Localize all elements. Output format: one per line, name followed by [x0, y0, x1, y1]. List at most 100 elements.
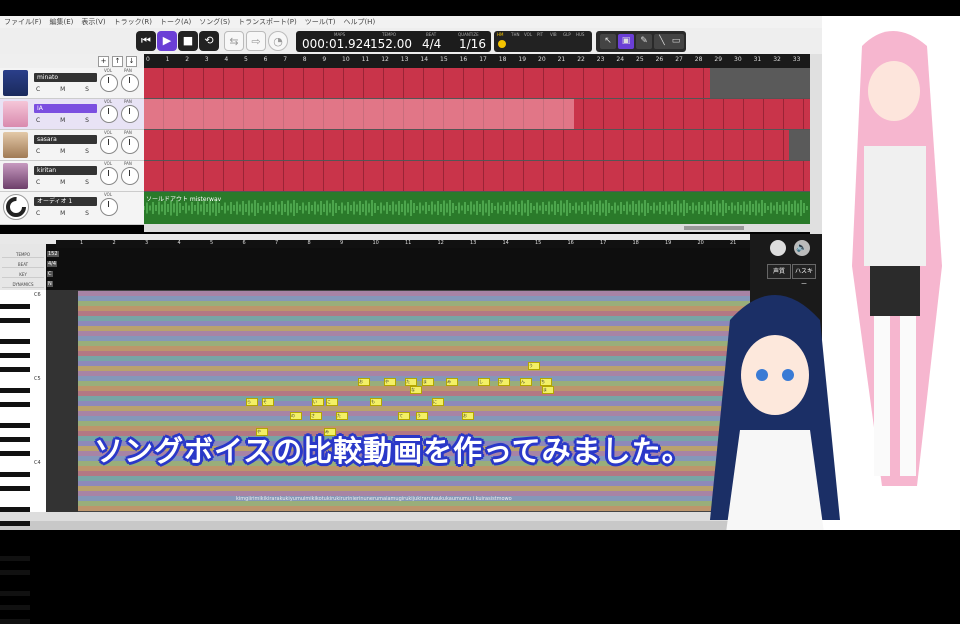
black-key[interactable]	[0, 619, 30, 624]
track-horizontal-scrollbar[interactable]	[144, 224, 810, 232]
metronome-knob[interactable]: ◔	[268, 31, 288, 51]
play-button[interactable]: ▶	[157, 31, 177, 51]
speaker-icon[interactable]: 🔈	[794, 240, 810, 256]
track-minato[interactable]: minato C M S VOL PAN	[0, 68, 144, 99]
lane-sasara[interactable]	[144, 130, 810, 161]
loop-button[interactable]: ⟲	[199, 31, 219, 51]
quantize-value[interactable]: 1/16	[459, 37, 486, 51]
beat-value[interactable]: 4/4	[422, 37, 441, 51]
dynamics-marker[interactable]: N	[47, 281, 53, 287]
mode-glp[interactable]: GLP	[563, 32, 571, 37]
piano-keyboard[interactable]: C6 C5 C4	[0, 290, 46, 624]
track-vertical-scrollbar[interactable]	[810, 54, 822, 234]
lane-minato[interactable]	[144, 68, 810, 99]
black-key[interactable]	[0, 402, 30, 407]
track-cms-buttons[interactable]: C M S	[36, 179, 98, 186]
arrow-tool-icon[interactable]: ↖	[600, 34, 616, 49]
track-name[interactable]: IA	[34, 104, 97, 113]
volume-knob[interactable]	[100, 167, 118, 185]
mode-hus[interactable]: HUS	[576, 32, 584, 37]
track-cms-buttons[interactable]: C M S	[36, 117, 98, 124]
black-key[interactable]	[0, 451, 30, 456]
menu-transport[interactable]: トランスポート(P)	[234, 17, 301, 27]
track-cms-buttons[interactable]: C M S	[36, 86, 98, 93]
track-name[interactable]: sasara	[34, 135, 97, 144]
menu-file[interactable]: ファイル(F)	[0, 17, 46, 27]
key-marker[interactable]: C	[47, 271, 53, 277]
track-ia[interactable]: IA C M S VOL PAN	[0, 99, 144, 130]
volume-knob[interactable]	[100, 136, 118, 154]
black-key[interactable]	[0, 486, 30, 491]
black-key[interactable]	[0, 556, 30, 561]
pan-knob[interactable]	[121, 136, 139, 154]
black-key[interactable]	[0, 353, 30, 358]
black-key[interactable]	[0, 521, 30, 526]
pitch-row[interactable]	[78, 506, 750, 511]
menu-talk[interactable]: トーク(A)	[156, 17, 195, 27]
volume-knob[interactable]	[100, 198, 118, 216]
black-key[interactable]	[0, 591, 30, 596]
ruler-number: 15	[440, 56, 448, 63]
black-key[interactable]	[0, 339, 30, 344]
move-down-icon[interactable]: ↓	[126, 56, 137, 67]
eraser-tool-icon[interactable]: ▭	[668, 34, 684, 49]
pan-knob[interactable]	[121, 167, 139, 185]
track-kiritan[interactable]: kiritan C M S VOL PAN	[0, 161, 144, 192]
volume-knob[interactable]	[100, 74, 118, 92]
parameter-area[interactable]: 152 4/4 C N	[46, 244, 750, 290]
track-name[interactable]: minato	[34, 73, 97, 82]
select-tool-icon[interactable]: ▣	[618, 34, 634, 49]
mode-vib[interactable]: VIB	[550, 32, 557, 37]
mode-vol[interactable]: VOL	[524, 32, 532, 37]
menu-track[interactable]: トラック(R)	[110, 17, 156, 27]
pan-knob[interactable]	[121, 74, 139, 92]
lane-ia[interactable]	[144, 99, 810, 130]
mode-hm[interactable]: HM	[497, 32, 503, 37]
editor-ruler[interactable]: 1 2 3 4 5 6 7 8 9 10 11 12 13 14 15 16 17 18 19 20 21	[56, 240, 750, 248]
pencil-tool-icon[interactable]: ✎	[636, 34, 652, 49]
rewind-button[interactable]: ⏮	[136, 31, 156, 51]
black-key[interactable]	[0, 570, 30, 575]
voice-circle-icon[interactable]	[770, 240, 786, 256]
add-track-icon[interactable]: +	[98, 56, 109, 67]
menu-tools[interactable]: ツール(T)	[301, 17, 340, 27]
mode-pit[interactable]: PIT	[537, 32, 543, 37]
track-sasara[interactable]: sasara C M S VOL PAN	[0, 130, 144, 161]
menu-song[interactable]: ソング(S)	[195, 17, 234, 27]
tempo-marker[interactable]: 152	[47, 251, 59, 257]
mode-thn[interactable]: THN	[511, 32, 519, 37]
note-grid[interactable]	[46, 290, 750, 512]
black-key[interactable]	[0, 437, 30, 442]
black-key[interactable]	[0, 472, 30, 477]
timeline-ruler[interactable]: 0 1 2 3 4 5 6 7 8 9 10 11 12 13 14 15 16 17 18 19 20 21 22 23 24…	[144, 54, 810, 68]
zoom-slider[interactable]	[684, 226, 744, 230]
black-key[interactable]	[0, 423, 30, 428]
menu-help[interactable]: ヘルプ(H)	[339, 17, 379, 27]
black-key[interactable]	[0, 318, 30, 323]
track-audio-1[interactable]: オーディオ 1 C M S VOL	[0, 192, 144, 225]
menu-view[interactable]: 表示(V)	[77, 17, 109, 27]
beat-marker[interactable]: 4/4	[47, 261, 58, 267]
tempo-value[interactable]: 152.00	[370, 37, 412, 51]
voice-quality-button[interactable]: 声質	[767, 264, 791, 279]
black-key[interactable]	[0, 388, 30, 393]
black-key[interactable]	[0, 304, 30, 309]
move-up-icon[interactable]: ↑	[112, 56, 123, 67]
lane-audio[interactable]: ソールドアウト misterwav	[144, 192, 810, 225]
volume-knob[interactable]	[100, 105, 118, 123]
stop-button[interactable]: ■	[178, 31, 198, 51]
tempo-row-label: TEMPO	[2, 252, 44, 258]
black-key[interactable]	[0, 605, 30, 610]
track-cms-buttons[interactable]: C M S	[36, 148, 98, 155]
follow-button[interactable]: ⇨	[246, 31, 266, 51]
editor-horizontal-scrollbar[interactable]	[0, 512, 822, 521]
track-cms-buttons[interactable]: C M S	[36, 210, 98, 217]
punch-button[interactable]: ⇆	[224, 31, 244, 51]
pan-knob[interactable]	[121, 105, 139, 123]
track-name[interactable]: オーディオ 1	[34, 197, 97, 206]
menu-edit[interactable]: 編集(E)	[46, 17, 78, 27]
husky-button[interactable]: ハスキー	[792, 264, 816, 288]
black-key[interactable]	[0, 367, 30, 372]
lane-kiritan[interactable]	[144, 161, 810, 192]
track-name[interactable]: kiritan	[34, 166, 97, 175]
